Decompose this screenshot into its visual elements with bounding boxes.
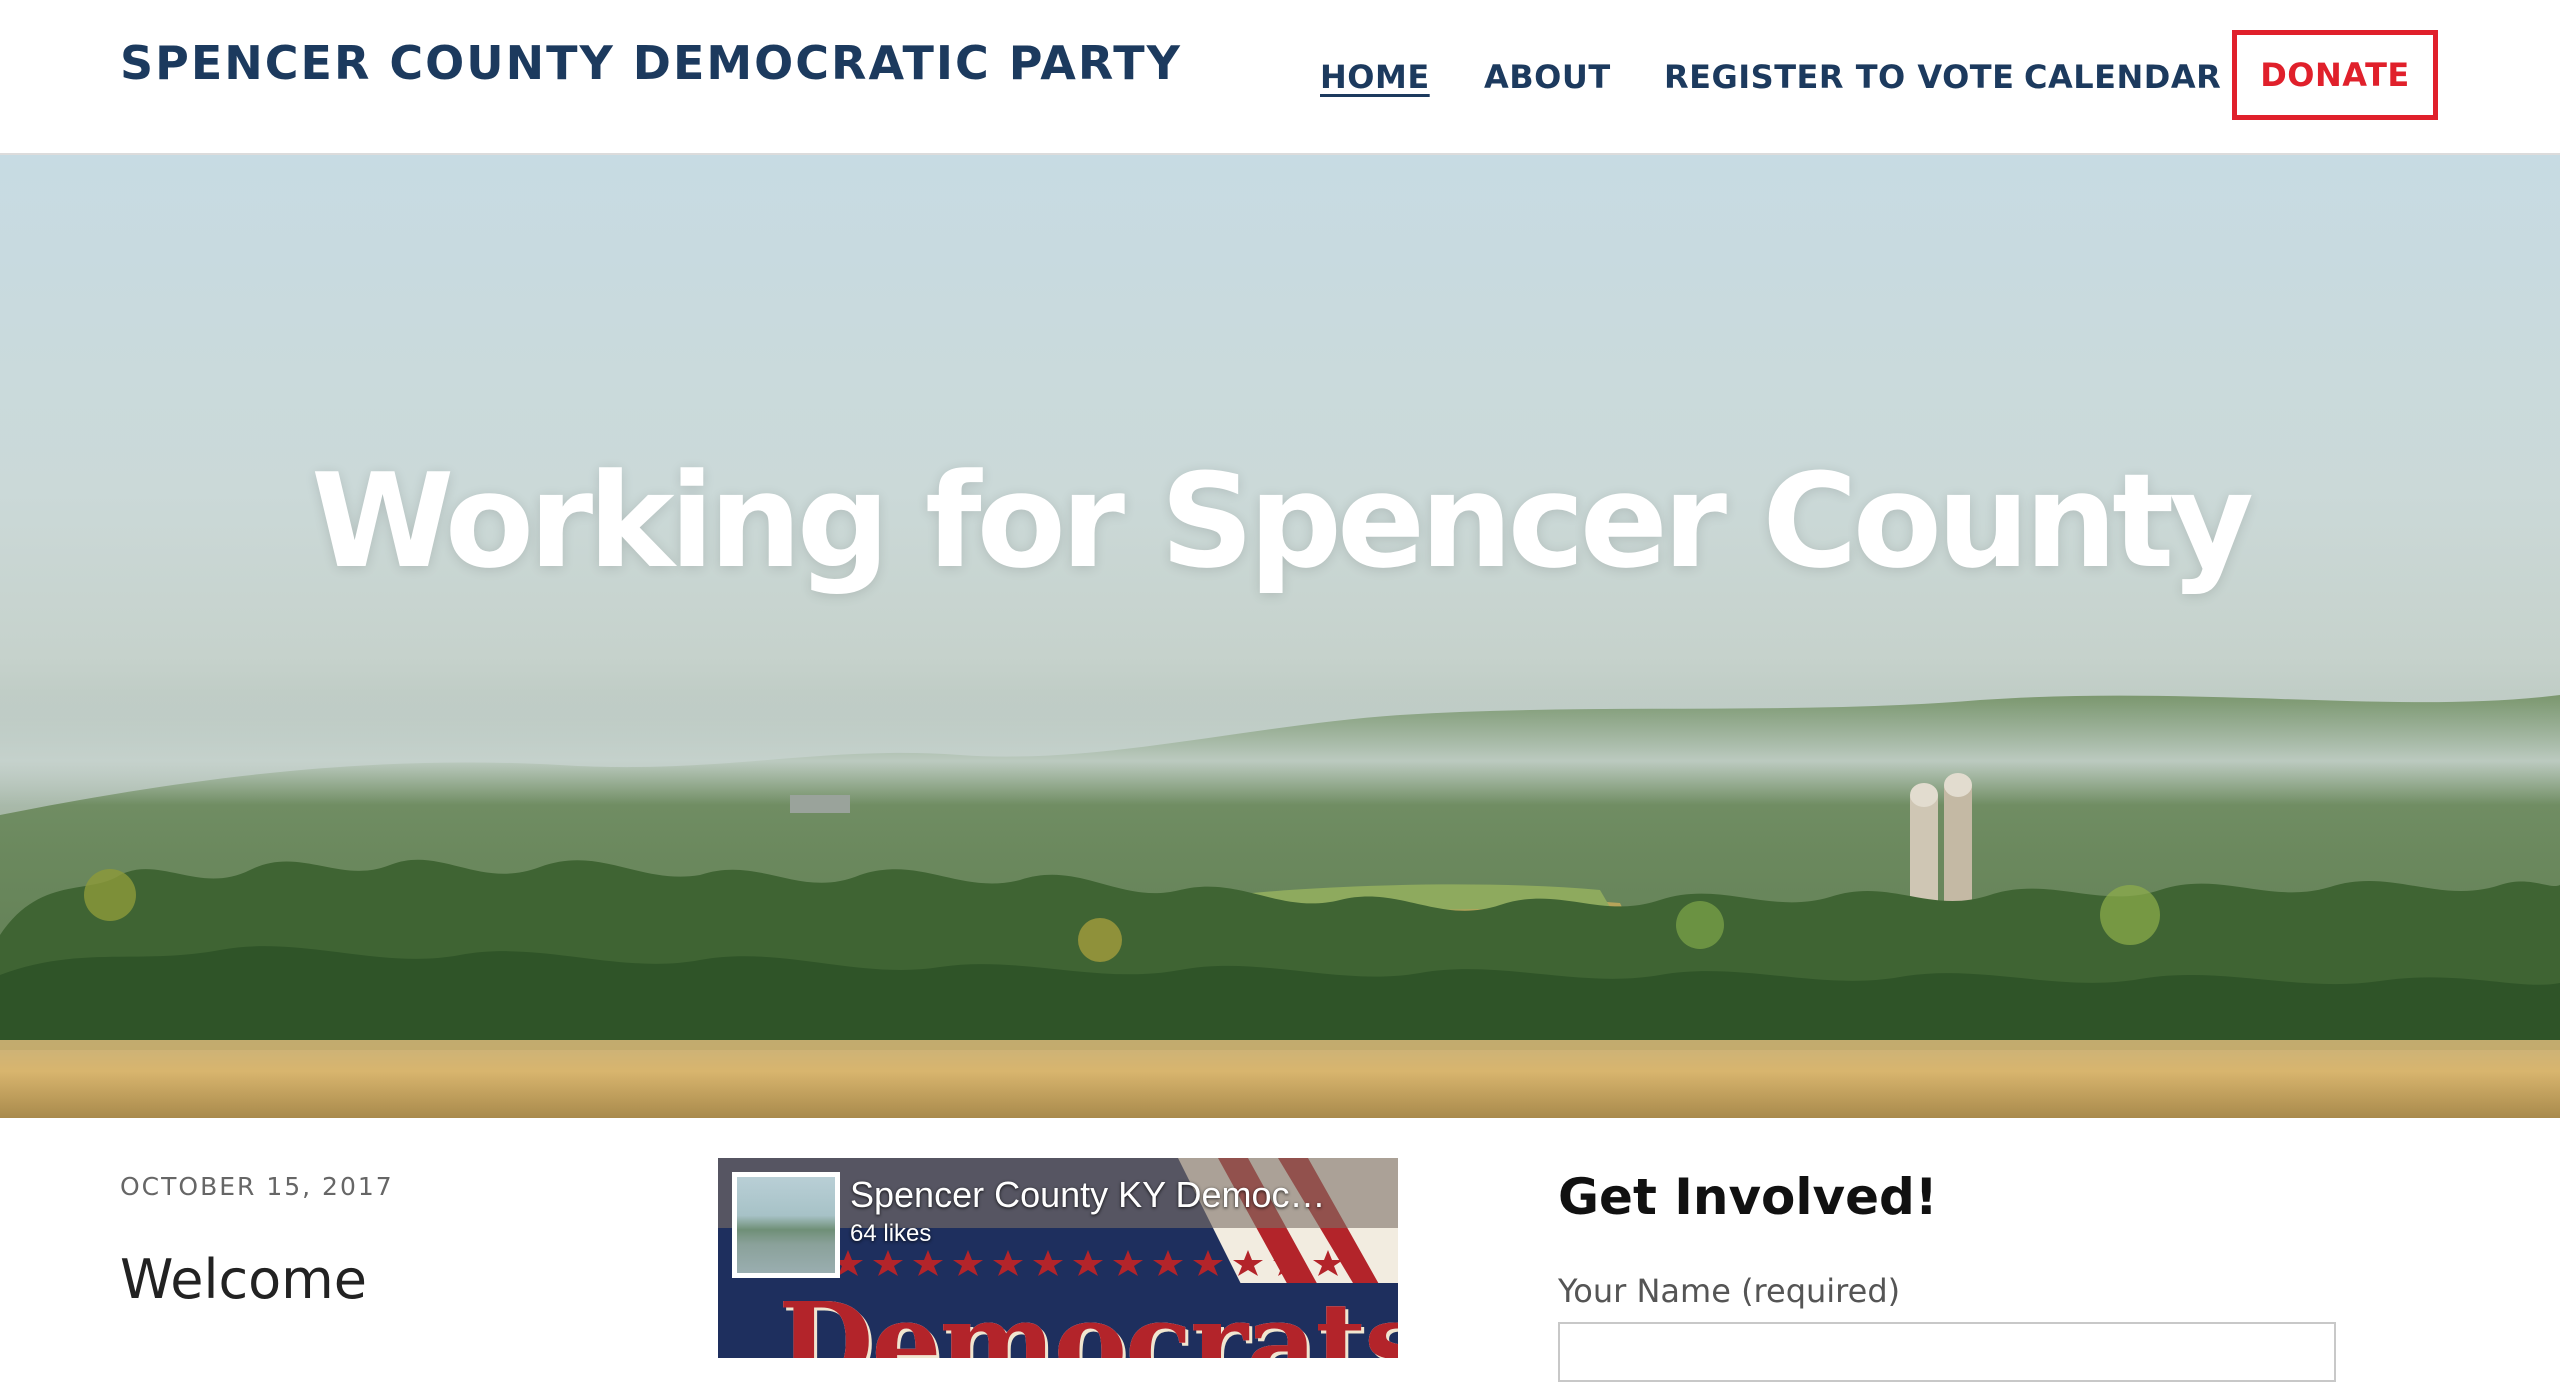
facebook-cover-text: Democrats <box>778 1278 1398 1358</box>
nav-about[interactable]: ABOUT <box>1484 58 1611 96</box>
main-nav: HOME ABOUT REGISTER TO VOTE CALENDAR DON… <box>1260 0 2560 155</box>
post-title[interactable]: Welcome <box>120 1248 367 1311</box>
site-header: SPENCER COUNTY DEMOCRATIC PARTY HOME ABO… <box>0 0 2560 155</box>
facebook-page-name[interactable]: Spencer County KY Democ… <box>850 1174 1326 1216</box>
site-title-link[interactable]: SPENCER COUNTY DEMOCRATIC PARTY <box>120 36 1182 90</box>
nav-calendar[interactable]: CALENDAR <box>2024 58 2221 96</box>
main-content: OCTOBER 15, 2017 Welcome Democrats Spenc… <box>0 1118 2560 1382</box>
name-field-label: Your Name (required) <box>1558 1272 1901 1310</box>
facebook-page-avatar[interactable] <box>732 1172 840 1278</box>
donate-button[interactable]: DONATE <box>2232 30 2438 120</box>
hero-banner: Working for Spencer County <box>0 155 2560 1118</box>
name-field[interactable] <box>1558 1322 2336 1382</box>
hero-landscape-image <box>0 695 2560 1118</box>
facebook-page-widget[interactable]: Democrats Spencer County KY Democ… 64 li… <box>718 1158 1398 1358</box>
facebook-likes-count: 64 likes <box>850 1220 932 1247</box>
post-date: OCTOBER 15, 2017 <box>120 1172 394 1201</box>
get-involved-heading: Get Involved! <box>1558 1168 1938 1226</box>
hero-title: Working for Spencer County <box>310 445 2254 597</box>
nav-register-to-vote[interactable]: REGISTER TO VOTE <box>1664 58 2014 96</box>
nav-home[interactable]: HOME <box>1320 58 1430 96</box>
